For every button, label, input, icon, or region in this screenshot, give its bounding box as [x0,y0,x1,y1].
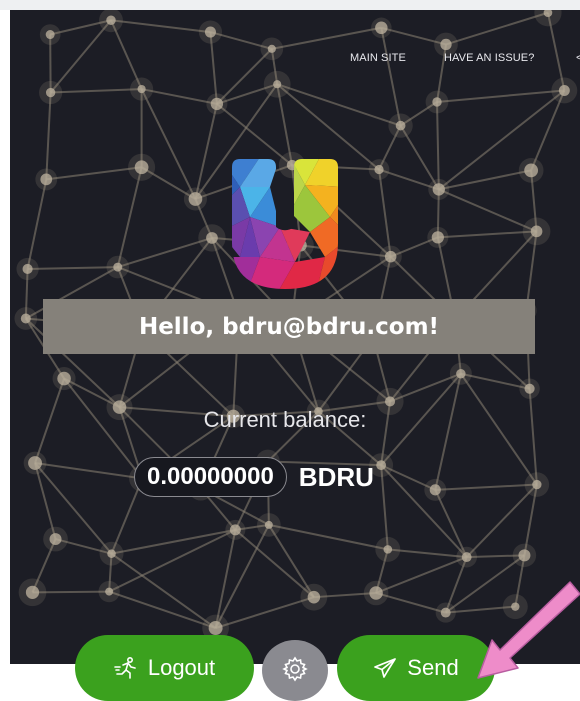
greeting-text: Hello, bdru@bdru.com! [138,313,440,340]
hero-background: MAIN SITE HAVE AN ISSUE? < Hello, bdru@b… [10,10,580,664]
top-nav: MAIN SITE HAVE AN ISSUE? < [10,52,580,72]
balance-amount: 0.00000000 [134,457,287,497]
settings-button[interactable] [262,640,328,701]
annotation-arrow [477,581,580,679]
browser-top-strip [0,0,580,10]
balance-currency: BDRU [298,461,374,492]
send-label: Send [407,655,459,680]
nav-main-site[interactable]: MAIN SITE [350,52,406,64]
running-person-icon [114,657,138,679]
greeting-banner: Hello, bdru@bdru.com! [43,299,535,354]
paper-plane-icon [373,657,397,679]
nav-have-an-issue[interactable]: HAVE AN ISSUE? [444,52,534,64]
logout-button[interactable]: Logout [75,635,254,701]
bdru-logo [232,159,338,289]
balance-row: 0.00000000 BDRU [134,456,374,498]
gear-icon [282,656,308,686]
balance-label: Current balance: [203,407,367,432]
nav-more-toggle[interactable]: < [576,52,580,64]
logout-label: Logout [147,655,216,680]
